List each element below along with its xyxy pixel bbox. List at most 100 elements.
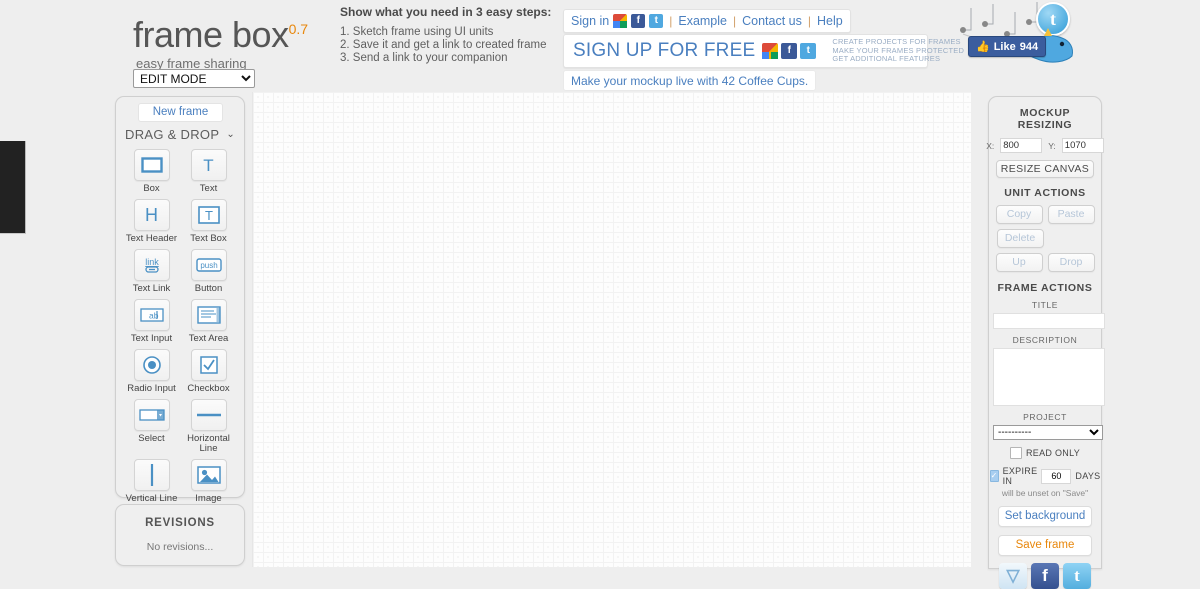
expire-days-input[interactable]	[1041, 468, 1072, 484]
read-only-row[interactable]: READ ONLY	[993, 447, 1097, 459]
up-button[interactable]: Up	[995, 253, 1043, 272]
signup-banner[interactable]: SIGN UP FOR FREE f t CREATE PROJECTS FOR…	[563, 34, 964, 68]
tool-vertical-line[interactable]: Vertical Line	[123, 459, 180, 504]
button-icon[interactable]: push	[190, 249, 227, 281]
text-box-icon[interactable]: T	[190, 199, 227, 231]
signup-title: SIGN UP FOR FREE	[573, 40, 756, 61]
tool-select[interactable]: Select	[123, 399, 180, 454]
x-label: X:	[986, 140, 995, 151]
tool-image[interactable]: Image	[180, 459, 237, 504]
separator: |	[669, 14, 673, 28]
project-select[interactable]: ----------	[993, 425, 1103, 440]
set-background-button[interactable]: Set background	[998, 506, 1092, 527]
toolbox-panel: New frame DRAG & DROP ⌄ Box T Text H Tex…	[115, 96, 245, 504]
box-icon[interactable]	[133, 149, 170, 181]
revisions-title: REVISIONS	[145, 517, 215, 529]
tool-label: Radio Input	[127, 383, 176, 394]
select-icon[interactable]	[133, 399, 170, 431]
title-field-label: TITLE	[1031, 300, 1059, 310]
y-label: Y:	[1048, 140, 1056, 151]
tool-box[interactable]: Box	[123, 149, 180, 194]
resize-canvas-button[interactable]: RESIZE CANVAS	[996, 160, 1094, 178]
tool-text-header[interactable]: H Text Header	[123, 199, 180, 244]
tool-label: Text Header	[125, 233, 178, 244]
tool-label: Text	[199, 183, 218, 194]
text-input-icon[interactable]: ab	[133, 299, 170, 331]
frame-description-textarea[interactable]	[993, 348, 1105, 406]
step-item: 2. Save it and get a link to created fra…	[340, 39, 547, 51]
tool-text-link[interactable]: link Text Link	[123, 249, 180, 294]
svg-text:T: T	[205, 208, 213, 223]
save-frame-button[interactable]: Save frame	[998, 535, 1092, 556]
signup-benefits: CREATE PROJECTS FOR FRAMES MAKE YOUR FRA…	[832, 38, 964, 64]
tool-text-box[interactable]: T Text Box	[180, 199, 237, 244]
text-header-icon[interactable]: H	[133, 199, 170, 231]
contact-us-link[interactable]: Contact us	[742, 14, 802, 28]
promo-link[interactable]: Make your mockup live with 42 Coffee Cup…	[571, 74, 808, 88]
logo-version: 0.7	[288, 21, 309, 37]
signup-social-icons: f t	[762, 43, 817, 59]
new-frame-button[interactable]: New frame	[138, 103, 223, 122]
expire-hint: will be unset on "Save"	[1001, 488, 1089, 498]
promo-bar: Make your mockup live with 42 Coffee Cup…	[563, 70, 817, 91]
tool-radio-input[interactable]: Radio Input	[123, 349, 180, 394]
frame-title-input[interactable]	[993, 313, 1105, 329]
facebook-icon[interactable]: f	[631, 14, 646, 28]
tool-text-area[interactable]: Text Area	[180, 299, 237, 344]
read-only-checkbox[interactable]	[1009, 447, 1022, 459]
drag-drop-header[interactable]: DRAG & DROP ⌄	[125, 127, 235, 142]
mockup-resizing-title: MOCKUP RESIZING	[1017, 107, 1073, 131]
google-icon[interactable]	[762, 43, 779, 59]
help-link[interactable]: Help	[817, 14, 843, 28]
tool-checkbox[interactable]: Checkbox	[180, 349, 237, 394]
image-icon[interactable]	[190, 459, 227, 491]
example-link[interactable]: Example	[678, 14, 727, 28]
read-only-label: READ ONLY	[1025, 448, 1081, 458]
right-panel: MOCKUP RESIZING X: Y: RESIZE CANVAS UNIT…	[986, 96, 1105, 589]
tool-label: Text Input	[130, 333, 173, 344]
facebook-icon[interactable]: f	[781, 43, 798, 59]
tool-label: Text Box	[190, 233, 227, 244]
frame-canvas[interactable]	[252, 92, 971, 567]
edit-mode-select[interactable]: EDIT MODE	[133, 69, 255, 88]
google-icon[interactable]	[613, 14, 628, 28]
tool-label: Checkbox	[187, 383, 230, 394]
facebook-like-button[interactable]: 👍 Like 944	[968, 36, 1047, 57]
checkbox-icon[interactable]	[190, 349, 227, 381]
tool-horizontal-line[interactable]: Horizontal Line	[180, 399, 237, 454]
signin-bar: Sign in f t | Example | Contact us | Hel…	[563, 9, 851, 33]
vertical-line-icon[interactable]	[133, 459, 170, 491]
horizontal-line-icon[interactable]	[190, 399, 227, 431]
twitter-icon[interactable]: t	[649, 14, 664, 28]
drop-button[interactable]: Drop	[1047, 253, 1095, 272]
like-label: Like	[993, 40, 1016, 53]
delete-button[interactable]: Delete	[996, 229, 1044, 248]
brand-block: frame box0.7 easy frame sharing	[133, 10, 333, 72]
benefit-item: GET ADDITIONAL FEATURES	[832, 54, 941, 64]
step-item: 1. Sketch frame using UI units	[340, 26, 494, 38]
canvas-width-input[interactable]	[1000, 138, 1043, 153]
tool-text[interactable]: T Text	[180, 149, 237, 194]
expire-row[interactable]: ✓ EXPIRE IN DAYS	[989, 466, 1100, 486]
chevron-down-icon[interactable]: ⌄	[226, 129, 235, 140]
radio-input-icon[interactable]	[133, 349, 170, 381]
svg-text:push: push	[200, 261, 217, 270]
expire-checkbox[interactable]: ✓	[989, 470, 999, 482]
twitter-icon[interactable]: t	[800, 43, 817, 59]
tool-label: Text Link	[132, 283, 171, 294]
tool-label: Text Area	[188, 333, 229, 344]
logo-text: frame box	[133, 14, 289, 55]
tool-text-input[interactable]: ab Text Input	[123, 299, 180, 344]
copy-button[interactable]: Copy	[995, 205, 1043, 224]
canvas-size-fields: X: Y:	[986, 138, 1104, 153]
paste-button[interactable]: Paste	[1047, 205, 1095, 224]
text-icon[interactable]: T	[190, 149, 227, 181]
description-field-label: DESCRIPTION	[1012, 335, 1078, 345]
text-link-icon[interactable]: link	[133, 249, 170, 281]
tool-button[interactable]: push Button	[180, 249, 237, 294]
text-area-icon[interactable]	[190, 299, 227, 331]
sign-in-link[interactable]: Sign in	[571, 14, 609, 28]
canvas-height-input[interactable]	[1061, 138, 1104, 153]
steps-heading: Show what you need in 3 easy steps:	[340, 5, 552, 19]
revisions-empty-text: No revisions...	[146, 541, 214, 553]
